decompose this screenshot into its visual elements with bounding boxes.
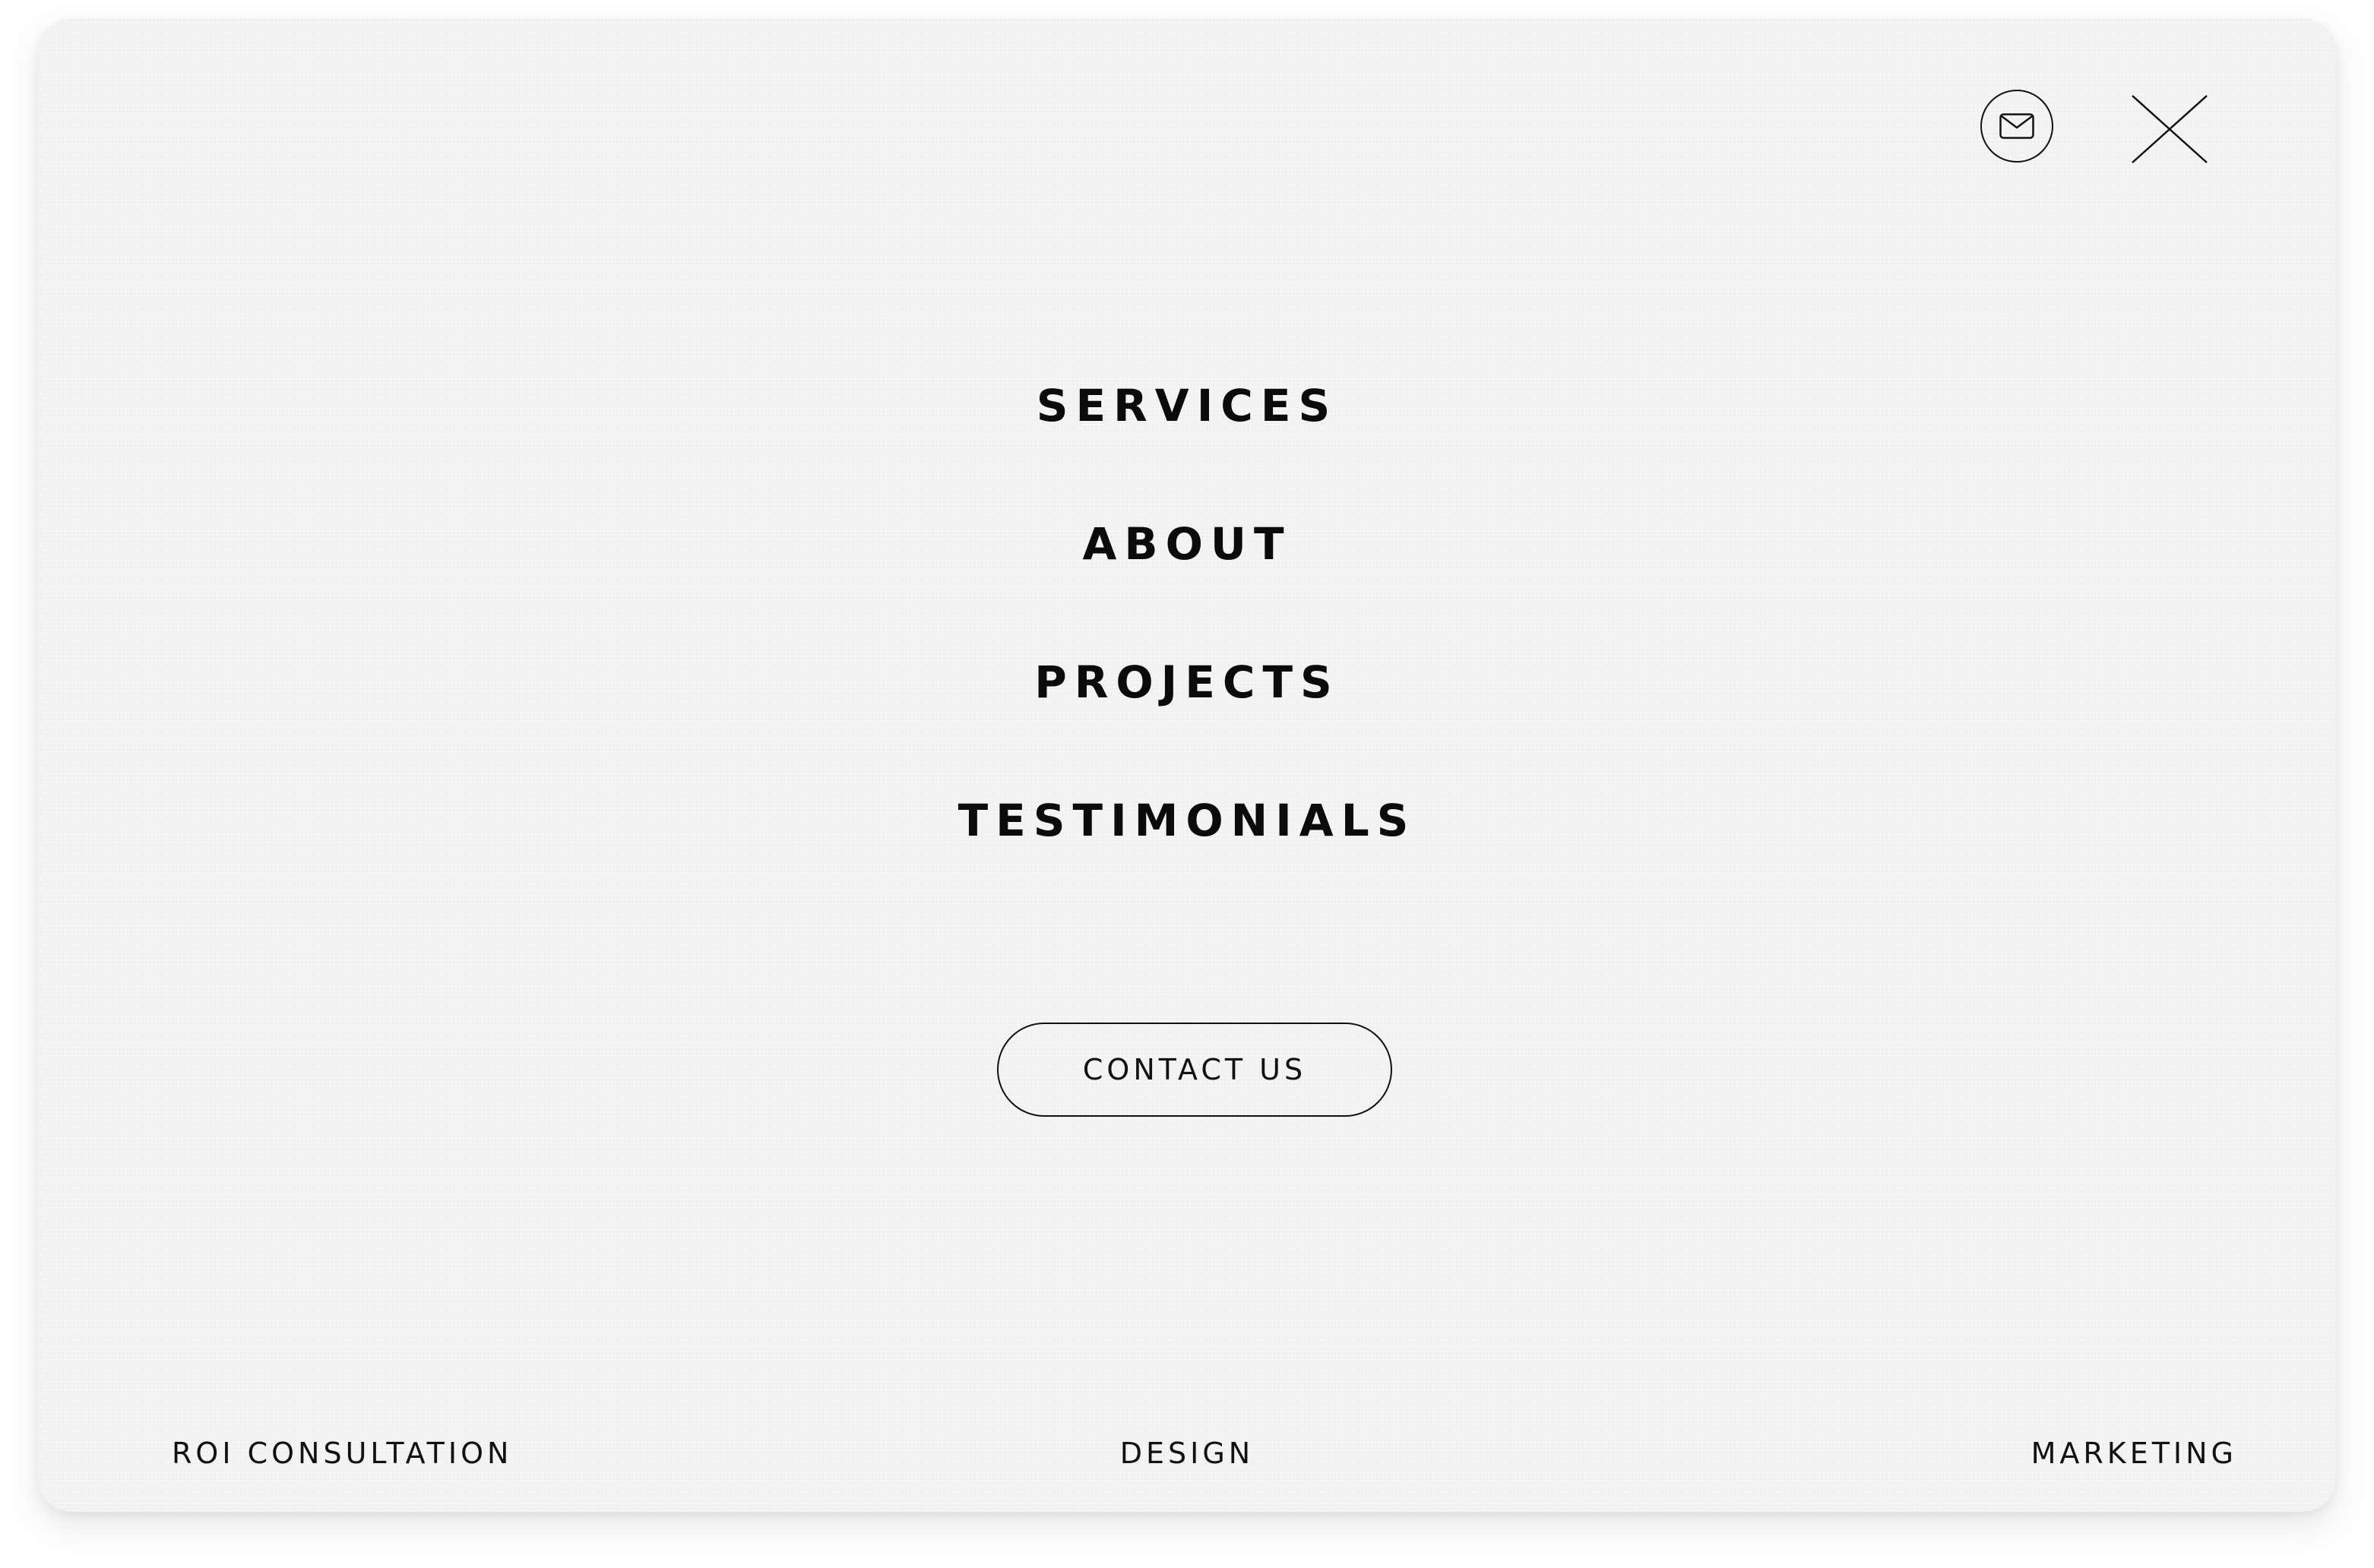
nav-item-testimonials[interactable]: TESTIMONIALS xyxy=(38,775,2336,913)
nav-item-about[interactable]: ABOUT xyxy=(38,498,2336,637)
nav-item-projects[interactable]: PROJECTS xyxy=(38,637,2336,775)
mail-button[interactable] xyxy=(1980,90,2053,163)
close-x-icon xyxy=(2131,94,2208,164)
footer-design: DESIGN xyxy=(1119,1437,1255,1470)
menu-overlay: SERVICES ABOUT PROJECTS TESTIMONIALS CON… xyxy=(38,18,2336,1512)
close-button[interactable] xyxy=(2131,94,2208,164)
envelope-icon xyxy=(1999,113,2034,139)
footer-marketing: MARKETING xyxy=(2031,1437,2237,1470)
nav-item-services[interactable]: SERVICES xyxy=(38,360,2336,498)
contact-us-button[interactable]: CONTACT US xyxy=(997,1023,1392,1117)
main-nav: SERVICES ABOUT PROJECTS TESTIMONIALS xyxy=(38,360,2336,913)
